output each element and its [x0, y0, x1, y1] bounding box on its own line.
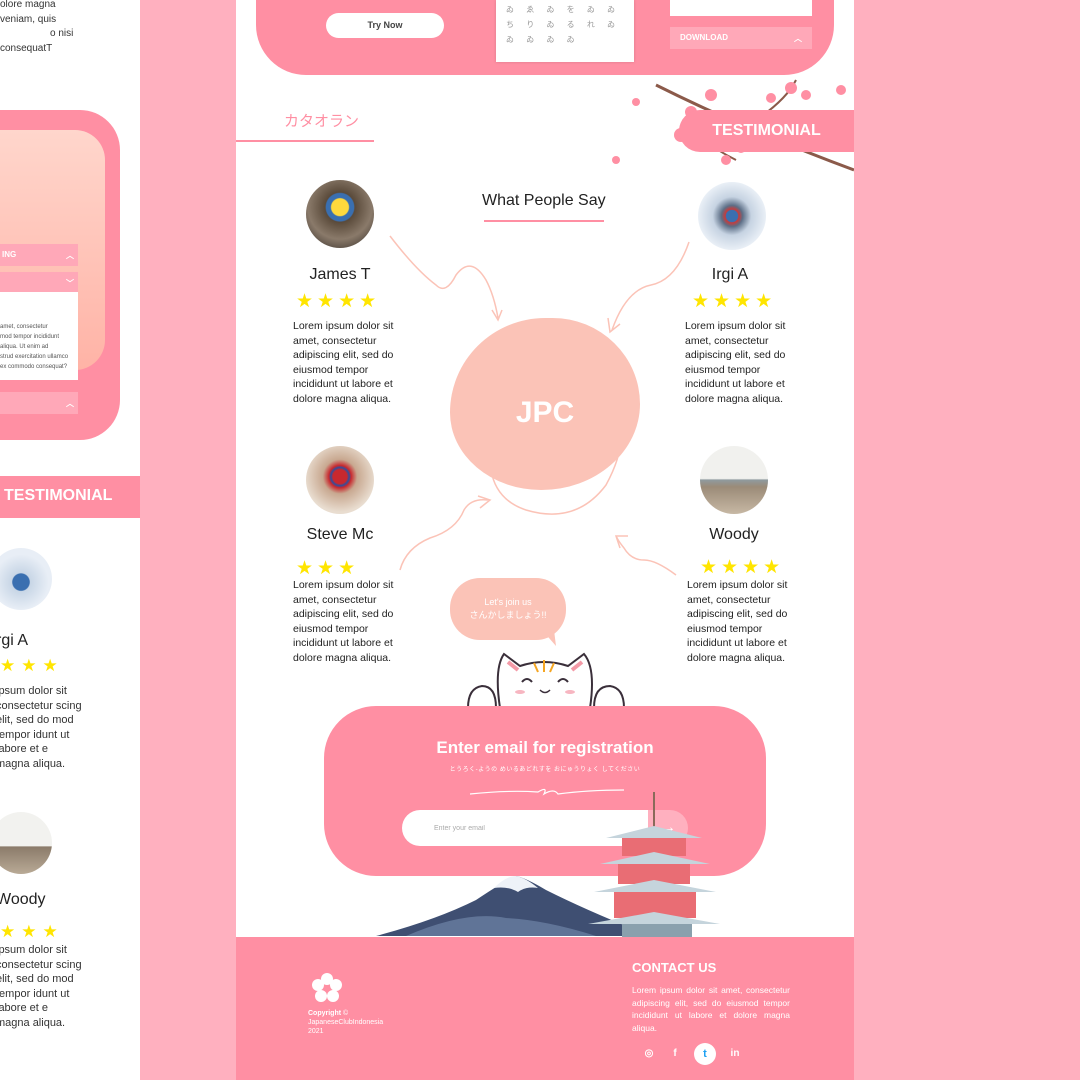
copyright-org: JapaneseClubIndonesia [308, 1019, 384, 1026]
registration-title: Enter email for registration [436, 738, 654, 757]
copyright-block: Copyright © JapaneseClubIndonesia 2021 [308, 1009, 383, 1036]
landing-page: Try Now ゐ ゑ ゐ を ゐ ゐ ち り ゐ る れ ゐ ゐ ゐ ゐ ゐ … [236, 0, 854, 1080]
rating-stars: ★★★ [296, 558, 360, 579]
copyright-label: Copyright [308, 1010, 342, 1017]
facebook-icon[interactable]: f [668, 1047, 682, 1061]
bubble-line: Let's join us [484, 597, 532, 607]
section-title: What People Say [482, 192, 606, 209]
ghost-panel: amet, consectetur mod tempor incididunt … [0, 292, 78, 380]
avatar-james [306, 180, 374, 248]
avatar-irgi [698, 182, 766, 250]
hero-card: Try Now ゐ ゑ ゐ を ゐ ゐ ち り ゐ る れ ゐ ゐ ゐ ゐ ゐ … [256, 0, 834, 75]
reviewer-name: Irgi A [711, 266, 749, 283]
ghost-avatar [0, 548, 52, 610]
jpc-center-blob: JPC [450, 318, 640, 490]
ghost-text-line: veniam, quis [0, 13, 57, 25]
download-panel [670, 0, 812, 16]
ghost-testimonial-tab: TESTIMONIAL [0, 476, 140, 518]
rating-stars: ★★★★ [692, 291, 777, 312]
download-button[interactable]: DOWNLOAD ︿ [670, 27, 812, 49]
katakana-heading: カタオラン [284, 113, 360, 130]
contact-text: Lorem ipsum dolor sit amet, consectetur … [632, 985, 790, 1033]
review-text: Lorem ipsum dolor sit amet, consectetur … [293, 320, 394, 405]
rating-stars: ★★★★ [296, 291, 381, 312]
ghost-text-line: olore magna [0, 0, 56, 10]
copyright-icon: © [343, 1010, 349, 1017]
review-text: Lorem ipsum dolor sit amet, consectetur … [293, 579, 394, 664]
ghost-text-line: o nisi [50, 28, 74, 39]
contact-title: CONTACT US [632, 960, 717, 975]
kana-row: ち り ゐ る れ ゐ [506, 20, 621, 29]
title-underline [484, 220, 604, 222]
ghost-text-line: consequatT [0, 42, 53, 54]
ghost-avatar-2 [0, 812, 52, 874]
reviewer-name: Steve Mc [306, 526, 374, 543]
bubble-line: さんかしましょう!! [469, 610, 547, 620]
social-links: ◎ f t in [642, 1043, 742, 1065]
review-text: Lorem ipsum dolor sit amet, consectetur … [687, 579, 788, 664]
reviewer-name: Woody [709, 526, 759, 543]
kana-row: ゐ ゐ ゐ ゐ [506, 35, 580, 44]
ghost-review-2: ipsum dolor sit consectetur scing elit, … [0, 944, 82, 1029]
ghost-page-preview: olore magna veniam, quis o nisi consequa… [0, 0, 140, 1080]
ghost-stars: ★★★ [0, 656, 64, 675]
twitter-icon[interactable]: t [694, 1043, 716, 1065]
chevron-up-icon: ︿ [794, 34, 802, 43]
ghost-top-text: olore magna veniam, quis o nisi consequa… [0, 0, 140, 56]
instagram-icon[interactable]: ◎ [642, 1047, 656, 1061]
reviewer-name: James T [309, 266, 371, 283]
ghost-accordion-bar-2: ﹀ [0, 272, 78, 294]
site-footer: Copyright © JapaneseClubIndonesia 2021 C… [236, 937, 854, 1080]
copyright-year: 2021 [308, 1028, 324, 1035]
ghost-accordion-bar-3: ︿ [0, 392, 78, 414]
ghost-accordion-bar: ING ︿ [0, 244, 78, 266]
ghost-name: rgi A [0, 632, 29, 649]
linkedin-icon[interactable]: in [728, 1047, 742, 1061]
avatar-steve [306, 446, 374, 514]
testimonial-tab[interactable]: TESTIMONIAL [679, 110, 854, 152]
lucky-cat-illustration [466, 652, 626, 709]
rating-stars: ★★★★ [700, 557, 785, 578]
review-text: Lorem ipsum dolor sit amet, consectetur … [685, 320, 786, 405]
ghost-stars-2: ★★★ [0, 922, 64, 941]
heading-underline [236, 140, 374, 142]
avatar-woody [700, 446, 768, 514]
mount-fuji-pagoda-illustration [376, 792, 720, 938]
ghost-bar-label: ING [2, 250, 17, 259]
sakura-logo-icon [312, 973, 342, 1002]
bubble-tail [542, 630, 556, 646]
download-label: DOWNLOAD [680, 33, 728, 42]
kana-chart-card: ゐ ゑ ゐ を ゐ ゐ ち り ゐ る れ ゐ ゐ ゐ ゐ ゐ [496, 0, 634, 62]
ghost-review: ipsum dolor sit consectetur scing elit, … [0, 685, 82, 770]
ghost-name-2: Woody [0, 891, 46, 908]
try-now-button[interactable]: Try Now [326, 13, 444, 38]
kana-row: ゐ ゑ ゐ を ゐ ゐ [506, 5, 621, 14]
registration-subtitle: とうろく-ようの めいるあどれすを おにゅうりょく してください [449, 767, 641, 773]
